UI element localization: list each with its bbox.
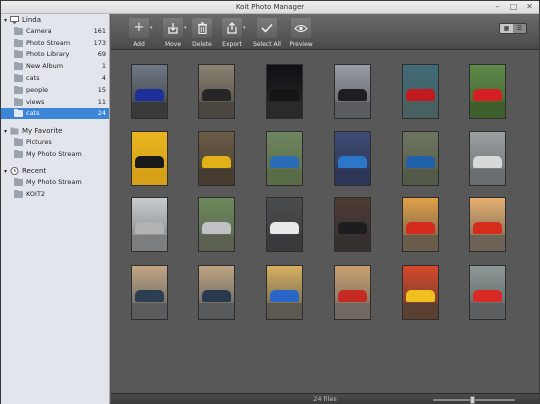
folder-icon bbox=[14, 74, 23, 82]
list-view-icon[interactable]: ☰ bbox=[513, 24, 526, 33]
folder-icon bbox=[14, 50, 23, 58]
photo-thumbnail[interactable] bbox=[402, 265, 439, 320]
title-bar: Koit Photo Manager – □ ✕ bbox=[1, 1, 539, 14]
chevron-down-icon: ▾ bbox=[243, 25, 246, 31]
folder-icon bbox=[14, 109, 23, 117]
photo-thumbnail[interactable] bbox=[469, 265, 506, 320]
folder-icon bbox=[14, 62, 23, 70]
window-title: Koit Photo Manager bbox=[235, 3, 305, 11]
grid-view-icon[interactable]: ▦ bbox=[500, 24, 513, 33]
close-icon[interactable]: ✕ bbox=[524, 2, 535, 12]
monitor-icon bbox=[10, 16, 19, 24]
photo-thumbnail[interactable] bbox=[334, 197, 371, 252]
view-toggle: ▦ ☰ bbox=[499, 23, 527, 34]
status-bar: 24 files bbox=[111, 393, 539, 404]
sidebar-user-header[interactable]: ▾ Linda bbox=[4, 15, 41, 25]
sidebar-recent-label: Recent bbox=[22, 167, 47, 175]
photo-thumbnail[interactable] bbox=[402, 131, 439, 186]
sidebar-user-label: Linda bbox=[22, 16, 42, 24]
folder-icon bbox=[14, 39, 23, 47]
photo-thumbnail[interactable] bbox=[266, 197, 303, 252]
sidebar-item-photo-library[interactable]: Photo Library 69 bbox=[1, 49, 109, 60]
sidebar-item-cats[interactable]: cats 4 bbox=[1, 73, 109, 84]
photo-thumbnail[interactable] bbox=[334, 64, 371, 119]
photo-thumbnail[interactable] bbox=[334, 131, 371, 186]
photo-grid bbox=[111, 51, 539, 393]
photo-thumbnail[interactable] bbox=[469, 197, 506, 252]
app-window: Koit Photo Manager – □ ✕ ▾ Linda Camera … bbox=[0, 0, 540, 404]
toolbar: + ▾ Add ▾ Move Delete ▾ Export Select Al… bbox=[111, 14, 539, 50]
folder-icon bbox=[14, 86, 23, 94]
sidebar-favorite-label: My Favorite bbox=[22, 127, 63, 135]
sidebar-item-my-photo-stream[interactable]: My Photo Stream bbox=[1, 149, 109, 160]
sidebar-item-views[interactable]: views 11 bbox=[1, 97, 109, 108]
photo-thumbnail[interactable] bbox=[198, 197, 235, 252]
sidebar-item-cats-selected[interactable]: cats 24 bbox=[1, 108, 109, 119]
folder-icon bbox=[14, 98, 23, 106]
photo-thumbnail[interactable] bbox=[131, 64, 168, 119]
photo-thumbnail[interactable] bbox=[402, 64, 439, 119]
photo-thumbnail[interactable] bbox=[402, 197, 439, 252]
photo-thumbnail[interactable] bbox=[198, 265, 235, 320]
folder-icon bbox=[14, 178, 23, 186]
sidebar-favorite-header[interactable]: ▾ My Favorite bbox=[4, 126, 62, 136]
sidebar-item-people[interactable]: people 15 bbox=[1, 85, 109, 96]
photo-thumbnail[interactable] bbox=[131, 265, 168, 320]
export-icon bbox=[222, 18, 242, 38]
clock-icon bbox=[10, 167, 19, 175]
photo-thumbnail[interactable] bbox=[469, 131, 506, 186]
photo-thumbnail[interactable] bbox=[266, 265, 303, 320]
photo-thumbnail[interactable] bbox=[266, 64, 303, 119]
sidebar-item-new-album[interactable]: New Album 1 bbox=[1, 61, 109, 72]
window-controls: – □ ✕ bbox=[492, 2, 535, 12]
photo-thumbnail[interactable] bbox=[198, 64, 235, 119]
folder-icon bbox=[10, 127, 19, 135]
sidebar: ▾ Linda Camera 161 Photo Stream 173 Phot… bbox=[1, 14, 110, 404]
preview-button[interactable]: Preview bbox=[284, 14, 318, 50]
sidebar-item-camera[interactable]: Camera 161 bbox=[1, 26, 109, 37]
folder-icon bbox=[14, 190, 23, 198]
photo-thumbnail[interactable] bbox=[198, 131, 235, 186]
photo-thumbnail[interactable] bbox=[131, 131, 168, 186]
folder-icon bbox=[14, 138, 23, 146]
maximize-icon[interactable]: □ bbox=[508, 2, 519, 12]
sidebar-item-koit2[interactable]: KOIT2 bbox=[1, 189, 109, 200]
plus-icon: + bbox=[129, 18, 149, 38]
checkmark-icon bbox=[257, 18, 277, 38]
zoom-slider[interactable] bbox=[433, 396, 515, 404]
photo-thumbnail[interactable] bbox=[469, 64, 506, 119]
sidebar-recent-header[interactable]: ▾ Recent bbox=[4, 166, 46, 176]
folder-icon bbox=[14, 27, 23, 35]
photo-thumbnail[interactable] bbox=[334, 265, 371, 320]
minimize-icon[interactable]: – bbox=[492, 2, 503, 12]
sidebar-item-pictures[interactable]: Pictures bbox=[1, 137, 109, 148]
folder-icon bbox=[14, 150, 23, 158]
photo-thumbnail[interactable] bbox=[266, 131, 303, 186]
sidebar-item-recent-photo-stream[interactable]: My Photo Stream bbox=[1, 177, 109, 188]
photo-thumbnail[interactable] bbox=[131, 197, 168, 252]
move-icon bbox=[163, 18, 183, 38]
trash-icon bbox=[192, 18, 212, 38]
chevron-down-icon: ▾ bbox=[150, 25, 153, 31]
eye-icon bbox=[291, 18, 311, 38]
zoom-slider-handle[interactable] bbox=[470, 396, 475, 404]
sidebar-item-photo-stream[interactable]: Photo Stream 173 bbox=[1, 38, 109, 49]
